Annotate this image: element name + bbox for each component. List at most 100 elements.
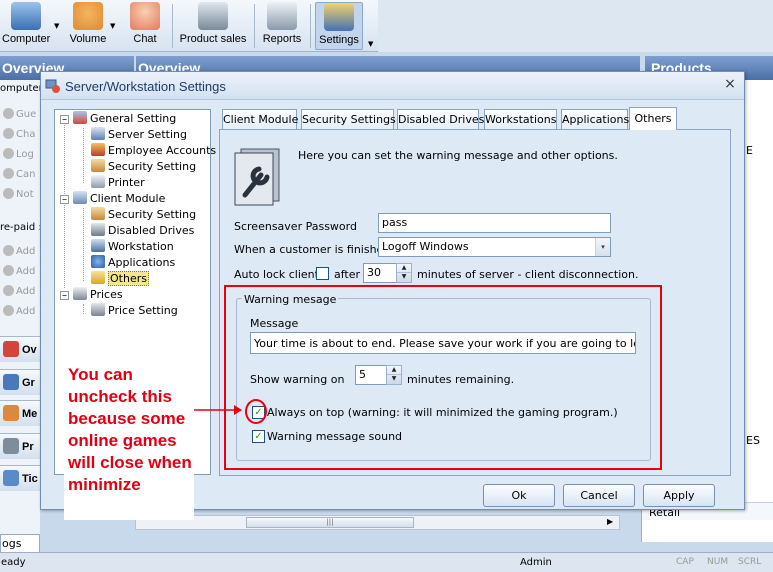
main-toolbar: Computer ▼ Volume ▼ Chat Product sales R… <box>0 0 378 52</box>
server-workstation-icon <box>45 79 60 93</box>
auto-lock-checkbox[interactable] <box>316 267 329 280</box>
spin-up-icon[interactable]: ▲ <box>397 264 411 273</box>
chevron-down-icon[interactable]: ▾ <box>595 238 610 256</box>
calendar-icon <box>3 341 19 357</box>
chat-person-icon <box>130 2 160 30</box>
wrench-settings-icon <box>234 148 280 206</box>
dialog-titlebar[interactable]: Server/Workstation Settings × <box>41 72 744 100</box>
tree-collapse-toggle[interactable]: − <box>60 291 69 300</box>
scrollbar-thumb[interactable]: ||| <box>246 517 414 528</box>
tree-node-price-setting[interactable]: Price Setting <box>91 303 178 319</box>
toolbar-separator <box>310 4 311 48</box>
toolbar-product-sales-button[interactable]: Product sales <box>178 2 248 50</box>
left-item[interactable]: Add <box>0 265 40 283</box>
customer-finished-select[interactable]: Logoff Windows ▾ <box>378 237 611 257</box>
toolbar-settings-button[interactable]: Settings <box>315 2 363 50</box>
tab-client-module[interactable]: Client Module <box>222 109 298 130</box>
close-icon[interactable]: × <box>721 76 739 94</box>
auto-lock-suffix: minutes of server - client disconnection… <box>417 268 639 281</box>
auto-lock-minutes-spinner[interactable]: ▲ ▼ <box>396 263 412 283</box>
auto-lock-minutes-input[interactable]: 30 <box>363 263 397 283</box>
left-item[interactable]: Cha <box>0 128 40 146</box>
tree-node-workstation[interactable]: Workstation <box>91 239 174 255</box>
tree-line <box>83 304 84 314</box>
tree-node-client-module[interactable]: Client Module <box>73 191 165 207</box>
ok-button[interactable]: Ok <box>483 484 555 507</box>
settings-icon <box>324 3 354 31</box>
screensaver-password-input[interactable]: pass <box>378 213 611 233</box>
spin-down-icon[interactable]: ▼ <box>397 273 411 282</box>
chat-icon <box>3 128 14 139</box>
server-icon <box>91 127 105 140</box>
tree-node-others[interactable]: Others <box>91 271 149 287</box>
nav-members[interactable]: Me <box>0 400 40 426</box>
tree-line <box>64 123 65 288</box>
tab-workstations[interactable]: Workstations <box>484 109 557 130</box>
left-item[interactable]: Gue <box>0 108 40 126</box>
tree-line <box>83 128 84 183</box>
tab-applications[interactable]: Applications <box>561 109 629 130</box>
add-icon <box>3 285 14 296</box>
tree-node-disabled-drives[interactable]: Disabled Drives <box>91 223 194 239</box>
tree-node-printer[interactable]: Printer <box>91 175 145 191</box>
price-tag-icon <box>91 303 105 316</box>
cancel-button[interactable]: Cancel <box>563 484 635 507</box>
horizontal-scrollbar[interactable]: ||| ▶ <box>135 515 620 530</box>
tree-collapse-toggle[interactable]: − <box>60 115 69 124</box>
toolbar-separator <box>172 4 173 48</box>
status-caps: CAP <box>676 557 694 567</box>
left-item[interactable]: Can <box>0 168 40 186</box>
right-panel-text: E <box>746 144 753 157</box>
add-icon <box>3 245 14 256</box>
tab-others[interactable]: Others <box>629 107 677 130</box>
tab-disabled-drives[interactable]: Disabled Drives <box>397 109 484 130</box>
logs-tab[interactable]: ogs <box>0 534 40 552</box>
annotation-circle <box>245 399 267 424</box>
nav-tickets[interactable]: Tic <box>0 465 40 491</box>
toolbar-chat-button[interactable]: Chat <box>125 2 165 50</box>
prices-icon <box>73 287 87 300</box>
annotation-highlight-rect <box>224 285 662 470</box>
log-icon <box>3 148 14 159</box>
chevron-down-icon[interactable]: ▼ <box>110 22 115 30</box>
toolbar-empty-area <box>378 0 773 52</box>
chevron-down-icon[interactable]: ▼ <box>368 40 373 48</box>
left-item[interactable]: Not <box>0 188 40 206</box>
general-setting-icon <box>73 111 87 124</box>
left-item[interactable]: Add <box>0 285 40 303</box>
intro-text: Here you can set the warning message and… <box>298 149 618 162</box>
others-icon <box>91 271 105 284</box>
customer-finished-value: Logoff Windows <box>382 240 469 253</box>
toolbar-reports-button[interactable]: Reports <box>258 2 306 50</box>
security-icon <box>91 159 105 172</box>
dialog-title: Server/Workstation Settings <box>65 79 226 94</box>
left-item[interactable]: Add <box>0 245 40 263</box>
tree-collapse-toggle[interactable]: − <box>60 195 69 204</box>
tree-node-general-setting[interactable]: General Setting <box>73 111 176 127</box>
customer-finished-label: When a customer is finished : <box>234 243 398 256</box>
tree-node-security-setting[interactable]: Security Setting <box>91 159 196 175</box>
add-icon <box>3 305 14 316</box>
toolbar-volume-button[interactable]: Volume <box>66 2 110 50</box>
tree-node-employee-accounts[interactable]: Employee Accounts <box>91 143 216 159</box>
add-icon <box>3 265 14 276</box>
tree-line <box>83 208 84 281</box>
cart-icon <box>3 438 19 454</box>
nav-overview[interactable]: Ov <box>0 336 40 362</box>
tab-security-settings[interactable]: Security Settings <box>301 109 396 130</box>
nav-products[interactable]: Pr <box>0 433 40 459</box>
tree-node-prices[interactable]: Prices <box>73 287 123 303</box>
toolbar-computer-button[interactable]: Computer <box>2 2 50 50</box>
left-item[interactable]: Log <box>0 148 40 166</box>
tree-node-applications[interactable]: Applications <box>91 255 175 271</box>
left-item[interactable]: Add <box>0 305 40 323</box>
tree-node-client-security-setting[interactable]: Security Setting <box>91 207 196 223</box>
prepaid-label: re-paid : <box>0 222 42 233</box>
scroll-right-icon[interactable]: ▶ <box>607 517 613 526</box>
nav-groups[interactable]: Gr <box>0 369 40 395</box>
guest-icon <box>3 108 14 119</box>
apply-button[interactable]: Apply <box>643 484 715 507</box>
tree-node-server-setting[interactable]: Server Setting <box>91 127 187 143</box>
chevron-down-icon[interactable]: ▼ <box>54 22 59 30</box>
annotation-text: You can uncheck this because some online… <box>68 365 192 494</box>
